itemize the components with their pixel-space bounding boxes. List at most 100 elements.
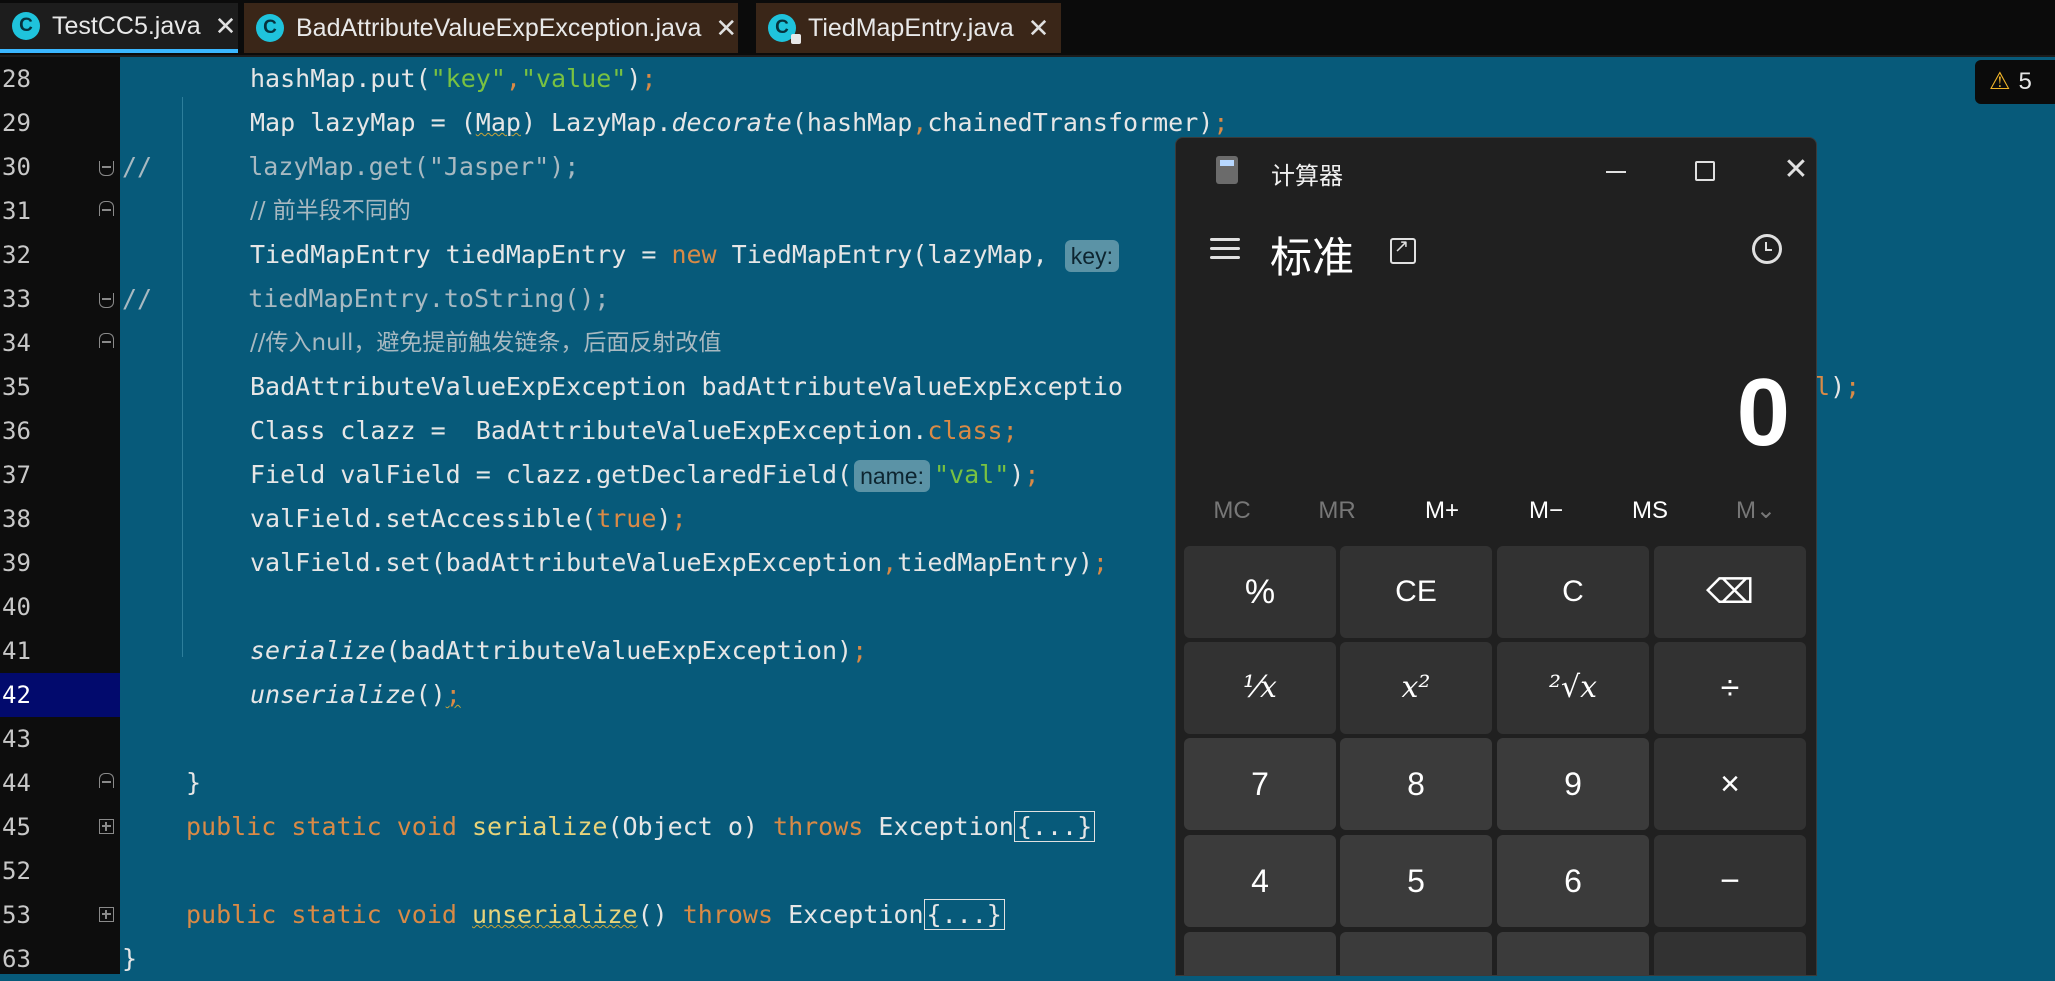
line-number: 39 (2, 549, 31, 577)
warning-count: 5 (2018, 68, 2032, 95)
close-tab-icon[interactable]: ✕ (215, 11, 237, 42)
line-number: 43 (2, 725, 31, 753)
digit-4-button[interactable]: 4 (1184, 835, 1336, 927)
line-number: 30 (2, 153, 31, 181)
minimize-button[interactable] (1586, 150, 1646, 190)
fold-end-icon[interactable] (99, 293, 114, 308)
code-line-32[interactable]: TiedMapEntry tiedMapEntry = new TiedMapE… (250, 233, 1123, 277)
code-line-30[interactable]: // lazyMap.get("Jasper"); (122, 145, 579, 189)
memory-subtract-button[interactable]: M− (1496, 486, 1596, 536)
memory-store-button[interactable]: MS (1600, 486, 1700, 536)
memory-list-button[interactable]: M⌄ (1706, 486, 1806, 536)
inspection-warnings-widget[interactable]: ⚠ 5 (1975, 60, 2055, 104)
code-line-37[interactable]: Field valField = clazz.getDeclaredField(… (250, 453, 1039, 497)
folded-code-region[interactable]: {...} (1013, 811, 1096, 842)
line-number: 31 (2, 197, 31, 225)
calculator-titlebar[interactable]: 计算器 ✕ (1176, 138, 1816, 202)
memory-clear-button[interactable]: MC (1182, 486, 1282, 536)
calculator-app-icon (1216, 156, 1238, 184)
fold-start-icon[interactable] (99, 201, 114, 216)
memory-add-button[interactable]: M+ (1392, 486, 1492, 536)
clear-button[interactable]: C (1497, 546, 1649, 638)
fold-start-icon[interactable] (99, 773, 114, 788)
code-line-34[interactable]: //传入null，避免提前触发链条，后面反射改值 (250, 321, 721, 365)
line-number: 32 (2, 241, 31, 269)
digit-9-button[interactable]: 9 (1497, 738, 1649, 830)
expand-fold-icon[interactable] (99, 819, 114, 834)
line-number: 41 (2, 637, 31, 665)
tab-label: BadAttributeValueExpException.java (296, 13, 702, 42)
line-number: 45 (2, 813, 31, 841)
memory-recall-button[interactable]: MR (1287, 486, 1387, 536)
subtract-button[interactable]: − (1654, 835, 1806, 927)
line-number: 34 (2, 329, 31, 357)
calculator-display: 0 (1736, 359, 1790, 466)
add-button[interactable] (1654, 932, 1806, 975)
line-number-gutter: 28 29 30 31 32 33 34 35 36 37 38 39 40 4… (0, 57, 122, 974)
code-line-31[interactable]: // 前半段不同的 (250, 189, 411, 233)
line-number: 38 (2, 505, 31, 533)
code-line-44[interactable]: } (186, 761, 201, 805)
line-number-current: 42 (0, 673, 122, 717)
digit-7-button[interactable]: 7 (1184, 738, 1336, 830)
digit-8-button[interactable]: 8 (1340, 738, 1492, 830)
java-class-locked-icon: C (768, 14, 801, 44)
line-number: 29 (2, 109, 31, 137)
java-class-icon: C (12, 12, 40, 40)
line-number: 63 (2, 945, 31, 973)
line-number: 36 (2, 417, 31, 445)
editor-tab-bar: C TestCC5.java ✕ C BadAttributeValueExpE… (0, 0, 2055, 57)
tab-badattributevalueexpexception[interactable]: C BadAttributeValueExpException.java ✕ (244, 3, 738, 53)
fold-end-icon[interactable] (99, 161, 114, 176)
digit-5-button[interactable]: 5 (1340, 835, 1492, 927)
code-line-38[interactable]: valField.setAccessible(true); (250, 497, 687, 541)
hamburger-menu-icon[interactable] (1210, 238, 1240, 265)
history-icon[interactable] (1752, 234, 1782, 264)
warning-icon: ⚠ (1989, 68, 2011, 95)
close-window-button[interactable]: ✕ (1766, 150, 1816, 190)
clear-entry-button[interactable]: CE (1340, 546, 1492, 638)
expand-fold-icon[interactable] (99, 907, 114, 922)
code-line-41[interactable]: serialize(badAttributeValueExpException)… (250, 629, 867, 673)
code-line-63[interactable]: } (122, 937, 137, 981)
java-class-icon: C (256, 14, 284, 42)
tab-testcc5[interactable]: C TestCC5.java ✕ (0, 3, 238, 53)
percent-button[interactable]: % (1184, 546, 1336, 638)
code-line-29[interactable]: Map lazyMap = (Map) LazyMap.decorate(has… (250, 101, 1228, 145)
square-root-button[interactable]: ²√x (1497, 642, 1649, 734)
line-number: 35 (2, 373, 31, 401)
code-line-36[interactable]: Class clazz = BadAttributeValueExpExcept… (250, 409, 1018, 453)
fold-start-icon[interactable] (99, 333, 114, 348)
multiply-button[interactable]: × (1654, 738, 1806, 830)
digit-6-button[interactable]: 6 (1497, 835, 1649, 927)
code-line-39[interactable]: valField.set(badAttributeValueExpExcepti… (250, 541, 1108, 585)
keep-on-top-icon[interactable] (1390, 236, 1416, 264)
line-number: 44 (2, 769, 31, 797)
line-number: 53 (2, 901, 31, 929)
line-number: 28 (2, 65, 31, 93)
code-line-53[interactable]: public static void unserialize() throws … (186, 893, 1005, 937)
maximize-button[interactable] (1674, 150, 1734, 190)
square-button[interactable]: x² (1340, 642, 1492, 734)
window-title: 计算器 (1271, 163, 1343, 190)
line-number: 52 (2, 857, 31, 885)
tab-label: TestCC5.java (52, 11, 201, 40)
code-line-35[interactable]: BadAttributeValueExpException badAttribu… (250, 365, 1123, 409)
close-tab-icon[interactable]: ✕ (715, 13, 737, 44)
line-number: 33 (2, 285, 31, 313)
digit-1-button[interactable] (1184, 932, 1336, 975)
line-number: 37 (2, 461, 31, 489)
digit-2-button[interactable] (1340, 932, 1492, 975)
code-line-33[interactable]: // tiedMapEntry.toString(); (122, 277, 609, 321)
divide-button[interactable]: ÷ (1654, 642, 1806, 734)
folded-code-region[interactable]: {...} (923, 899, 1005, 930)
code-line-28[interactable]: hashMap.put("key","value"); (250, 57, 656, 101)
line-number: 40 (2, 593, 31, 621)
digit-3-button[interactable] (1497, 932, 1649, 975)
code-line-42[interactable]: unserialize(); (250, 673, 461, 717)
tab-tiedmapentry[interactable]: C TiedMapEntry.java ✕ (756, 3, 1061, 53)
code-line-45[interactable]: public static void serialize(Object o) t… (186, 805, 1096, 849)
reciprocal-button[interactable]: ¹⁄x (1184, 642, 1336, 734)
close-tab-icon[interactable]: ✕ (1028, 13, 1050, 44)
backspace-button[interactable]: ⌫ (1654, 546, 1806, 638)
